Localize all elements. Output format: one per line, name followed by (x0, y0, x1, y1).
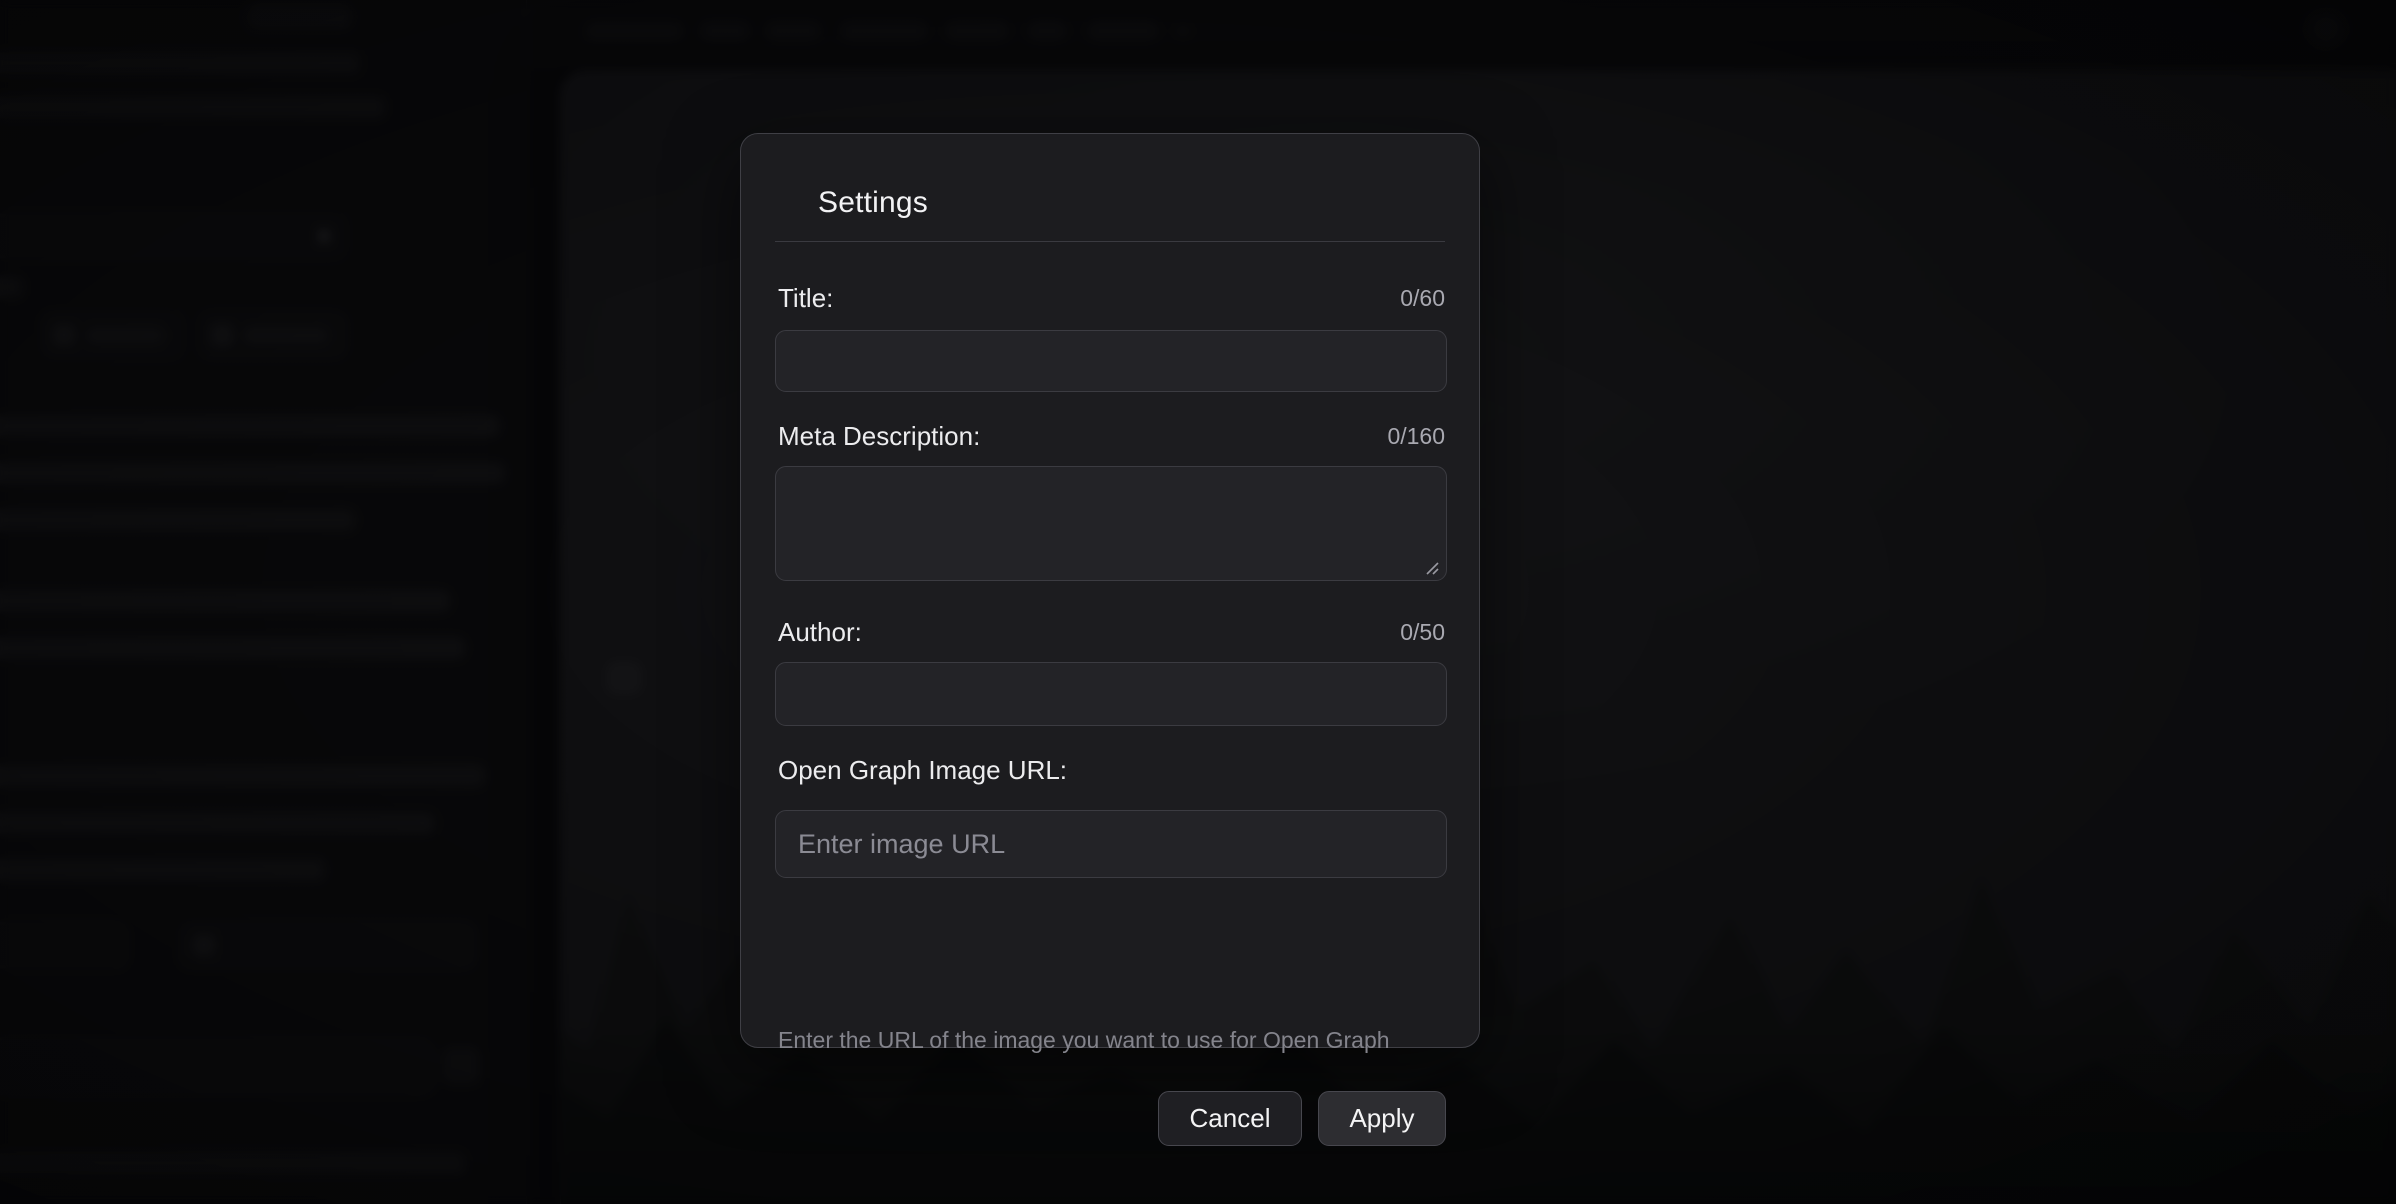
apply-button[interactable]: Apply (1318, 1091, 1446, 1146)
author-label: Author: (778, 617, 862, 648)
dialog-divider (775, 241, 1445, 242)
settings-dialog: Settings Title: 0/60 Meta Description: 0… (740, 133, 1480, 1048)
og-image-helper-text: Enter the URL of the image you want to u… (778, 1027, 1390, 1054)
og-image-url-label: Open Graph Image URL: (778, 755, 1067, 786)
meta-description-label: Meta Description: (778, 421, 980, 452)
cancel-button[interactable]: Cancel (1158, 1091, 1302, 1146)
dialog-actions: Cancel Apply (1158, 1091, 1446, 1146)
og-image-url-input[interactable] (775, 810, 1447, 878)
title-char-counter: 0/60 (1400, 285, 1445, 312)
title-input[interactable] (775, 330, 1447, 392)
meta-description-char-counter: 0/160 (1387, 423, 1445, 450)
author-char-counter: 0/50 (1400, 619, 1445, 646)
author-input[interactable] (775, 662, 1447, 726)
meta-description-textarea[interactable] (775, 466, 1447, 581)
title-label: Title: (778, 283, 833, 314)
dialog-title: Settings (818, 186, 928, 220)
